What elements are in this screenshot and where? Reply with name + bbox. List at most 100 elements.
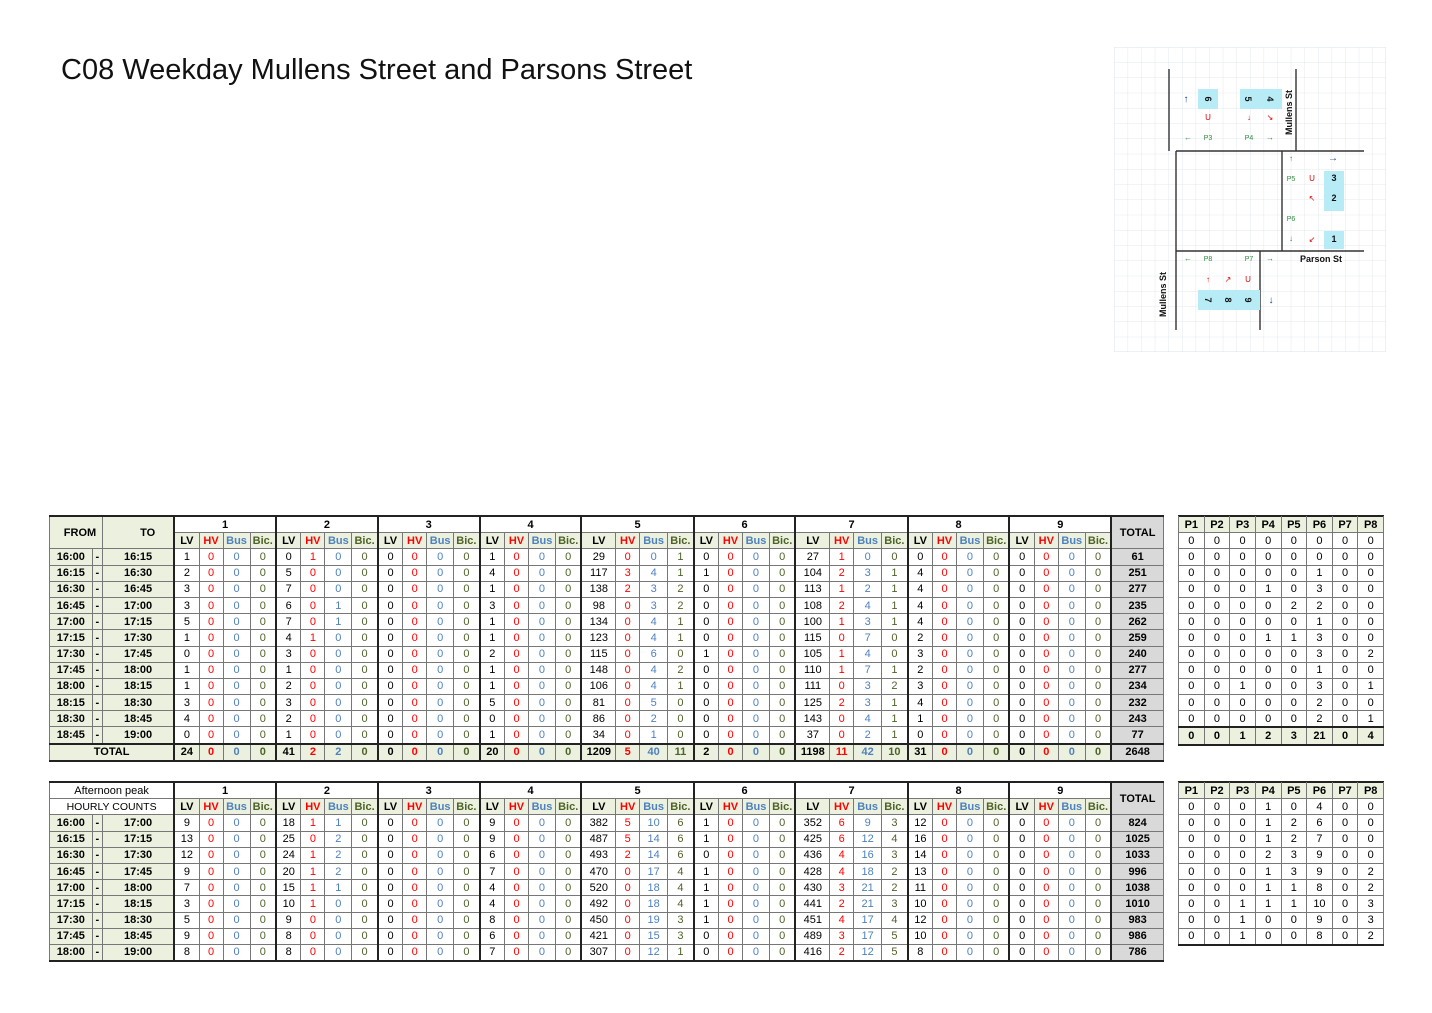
ped-count: 0 bbox=[1229, 564, 1256, 582]
count-cell: 0 bbox=[1033, 677, 1059, 696]
ped-count: 2 bbox=[1280, 830, 1308, 848]
count-cell: 0 bbox=[504, 895, 529, 913]
ped-count: 0 bbox=[1357, 548, 1384, 566]
ped-count: 1 bbox=[1306, 661, 1333, 679]
count-cell: 4 bbox=[853, 596, 883, 615]
count-cell: 0 bbox=[222, 710, 251, 728]
count-cell: 0 bbox=[1033, 862, 1059, 881]
count-cell: 5 bbox=[881, 927, 909, 945]
ped-count: 2 bbox=[1357, 645, 1384, 663]
ped-count: 0 bbox=[1178, 879, 1205, 897]
count-cell: 3 bbox=[639, 580, 669, 598]
count-cell: 17 bbox=[853, 911, 883, 929]
count-cell: 0 bbox=[955, 879, 984, 897]
count-cell: 0 bbox=[453, 726, 481, 745]
count-cell: 0 bbox=[741, 895, 770, 913]
count-cell: 0 bbox=[504, 879, 529, 897]
count-cell: 0 bbox=[1008, 879, 1035, 897]
count-cell: 0 bbox=[249, 677, 277, 696]
count-cell: 0 bbox=[982, 726, 1010, 745]
table-row: 17:15-18:15 3 0 0 0 10 1 0 0 0 0 0 0 4 0 0 0 492 0 18 4 1 0 0 0 4… bbox=[49, 895, 1165, 913]
count-cell: 0 bbox=[554, 846, 582, 864]
count-cell: 1 bbox=[173, 548, 200, 566]
count-cell: 1 bbox=[829, 661, 855, 679]
vehicle-class-header: HV bbox=[504, 798, 529, 816]
count-cell: 9 bbox=[275, 911, 302, 929]
count-cell: 0 bbox=[222, 629, 251, 647]
count-cell: 0 bbox=[402, 661, 428, 679]
count-cell: 37 bbox=[794, 726, 831, 745]
count-cell: 4 bbox=[906, 613, 934, 631]
count-cell: 0 bbox=[1084, 830, 1112, 848]
count-cell: 0 bbox=[198, 830, 224, 848]
count-cell: 0 bbox=[300, 661, 326, 679]
ped-count: 1 bbox=[1254, 580, 1282, 598]
ped-count: 0 bbox=[1280, 911, 1308, 929]
count-cell: 0 bbox=[300, 726, 326, 745]
total-cell: 0 bbox=[1008, 742, 1035, 762]
count-cell: 3 bbox=[173, 596, 200, 615]
count-cell: 0 bbox=[615, 629, 641, 647]
ped-count: 2 bbox=[1306, 710, 1333, 728]
count-cell: 0 bbox=[741, 846, 770, 864]
total-cell: 5 bbox=[615, 742, 641, 762]
count-cell: 0 bbox=[453, 830, 481, 848]
from-time: 18:00 bbox=[49, 677, 93, 696]
count-cell: 0 bbox=[504, 814, 529, 832]
vehicle-class-header: LV bbox=[275, 532, 302, 550]
count-cell: 0 bbox=[1057, 846, 1086, 864]
to-time: 18:30 bbox=[101, 911, 175, 929]
vehicle-class-header: LV bbox=[906, 532, 934, 550]
intersection-diagram: 6 5 4 3 2 1 7 8 9 P3 P4 P5 P6 P7 P8 ← → … bbox=[1114, 47, 1386, 352]
count-cell: 0 bbox=[982, 895, 1010, 913]
u-turn-icon: U bbox=[1205, 113, 1211, 122]
count-cell: 0 bbox=[249, 862, 277, 881]
count-cell: 1 bbox=[692, 814, 720, 832]
count-cell: 0 bbox=[402, 580, 428, 598]
from-time: 16:00 bbox=[49, 814, 93, 832]
count-cell: 0 bbox=[426, 629, 455, 647]
vehicle-class-header: Bic. bbox=[351, 798, 379, 816]
count-cell: 0 bbox=[615, 911, 641, 929]
count-cell: 0 bbox=[453, 694, 481, 712]
row-total: 251 bbox=[1110, 564, 1165, 582]
count-cell: 0 bbox=[932, 564, 957, 582]
count-cell: 0 bbox=[1008, 645, 1035, 663]
ped-count: 1 bbox=[1306, 564, 1333, 582]
table-row: 18:30-18:45 4 0 0 0 2 0 0 0 0 0 0 0 0 0 0 0 86 0 2 0 0 0 0 0 143 0… bbox=[49, 710, 1165, 728]
movement-5-label: 5 bbox=[1243, 96, 1253, 101]
count-cell: 0 bbox=[1033, 564, 1059, 582]
count-cell: 0 bbox=[198, 677, 224, 696]
count-cell: 4 bbox=[667, 862, 695, 881]
ped-row: 0 0 1 1 1 10 0 3 bbox=[1178, 895, 1384, 913]
ped-arrow-left-icon: ← bbox=[1184, 133, 1192, 142]
count-cell: 0 bbox=[741, 862, 770, 881]
count-cell: 0 bbox=[1057, 726, 1086, 745]
ped-count: 0 bbox=[1254, 645, 1282, 663]
count-cell: 0 bbox=[504, 943, 529, 963]
ped-header: P1 bbox=[1178, 515, 1205, 534]
count-cell: 4 bbox=[829, 846, 855, 864]
time-dash: - bbox=[91, 726, 104, 745]
ped-count: 0 bbox=[1254, 532, 1282, 550]
count-cell: 0 bbox=[351, 629, 379, 647]
count-cell: 3 bbox=[853, 694, 883, 712]
movement-9-label: 9 bbox=[1243, 297, 1253, 302]
ped-count: 0 bbox=[1280, 798, 1308, 816]
count-cell: 0 bbox=[453, 862, 481, 881]
count-cell: 6 bbox=[667, 846, 695, 864]
hourly-counts-label: HOURLY COUNTS bbox=[49, 798, 175, 816]
count-cell: 0 bbox=[504, 645, 529, 663]
ped-header: P5 bbox=[1280, 781, 1308, 800]
count-cell: 0 bbox=[615, 943, 641, 963]
total-cell: 1198 bbox=[794, 742, 831, 762]
count-cell: 0 bbox=[504, 548, 529, 566]
count-cell: 0 bbox=[741, 596, 770, 615]
time-dash: - bbox=[91, 814, 104, 832]
count-cell: 4 bbox=[881, 911, 909, 929]
vehicle-class-header: Bus bbox=[1057, 532, 1086, 550]
ped-count: 0 bbox=[1357, 580, 1384, 598]
count-cell: 5 bbox=[639, 694, 669, 712]
count-cell: 0 bbox=[222, 564, 251, 582]
count-cell: 18 bbox=[275, 814, 302, 832]
